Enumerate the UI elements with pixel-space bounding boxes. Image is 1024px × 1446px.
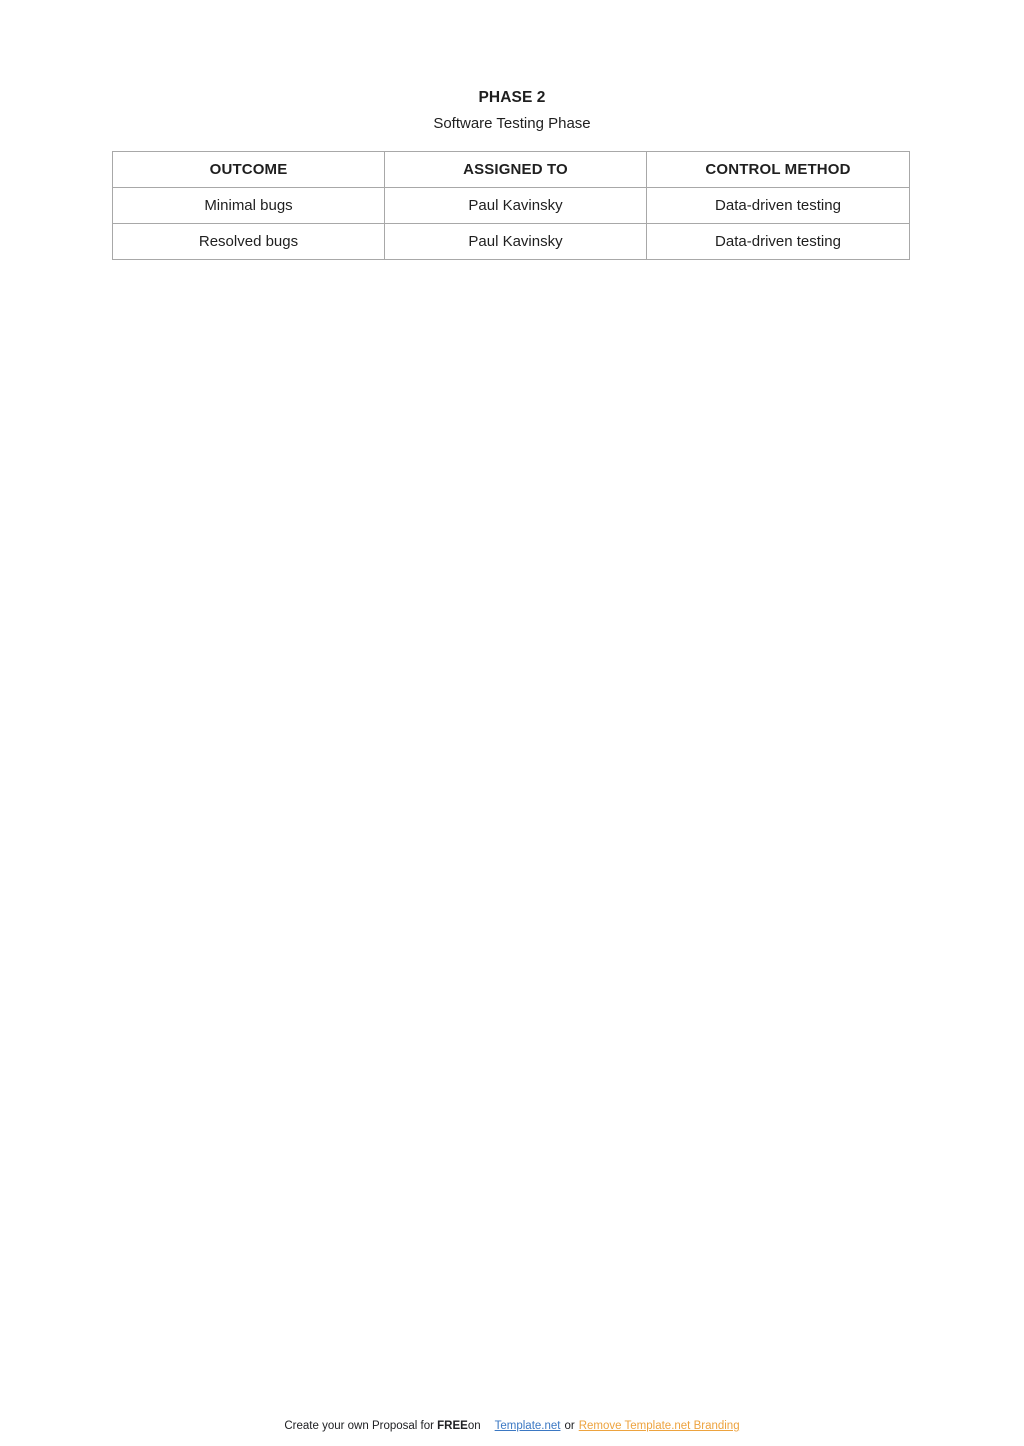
table-row: Resolved bugs Paul Kavinsky Data-driven … [112, 223, 910, 260]
cell-control-method: Data-driven testing [646, 223, 910, 260]
cell-outcome: Resolved bugs [112, 223, 385, 260]
document-page: PHASE 2 Software Testing Phase OUTCOME A… [0, 0, 1024, 1446]
footer-on-label: on [467, 1420, 481, 1432]
table-body: Minimal bugs Paul Kavinsky Data-driven t… [112, 187, 910, 260]
cell-outcome: Minimal bugs [112, 187, 385, 224]
table-row: Minimal bugs Paul Kavinsky Data-driven t… [112, 187, 910, 224]
cell-control-method: Data-driven testing [646, 187, 910, 224]
column-header-outcome: OUTCOME [112, 151, 385, 188]
page-title: PHASE 2 [478, 89, 546, 106]
cell-assigned-to: Paul Kavinsky [384, 187, 647, 224]
page-subtitle: Software Testing Phase [433, 115, 591, 132]
table-header: OUTCOME ASSIGNED TO CONTROL METHOD [112, 151, 910, 188]
footer-or-label: or [564, 1420, 575, 1432]
column-header-control-method: CONTROL METHOD [646, 151, 910, 188]
footer-free-label: FREE [437, 1420, 468, 1432]
cell-assigned-to: Paul Kavinsky [384, 223, 647, 260]
phase-table: OUTCOME ASSIGNED TO CONTROL METHOD Minim… [112, 151, 910, 260]
remove-branding-link[interactable]: Remove Template.net Branding [579, 1420, 740, 1432]
template-net-link[interactable]: Template.net [495, 1420, 561, 1432]
footer-branding: Create your own Proposal for FREEon Templ… [0, 1419, 1024, 1433]
table-header-row: OUTCOME ASSIGNED TO CONTROL METHOD [112, 151, 910, 188]
column-header-assigned-to: ASSIGNED TO [384, 151, 647, 188]
title-block: PHASE 2 Software Testing Phase [0, 88, 1024, 134]
footer-prefix-text: Create your own Proposal for [284, 1420, 434, 1432]
